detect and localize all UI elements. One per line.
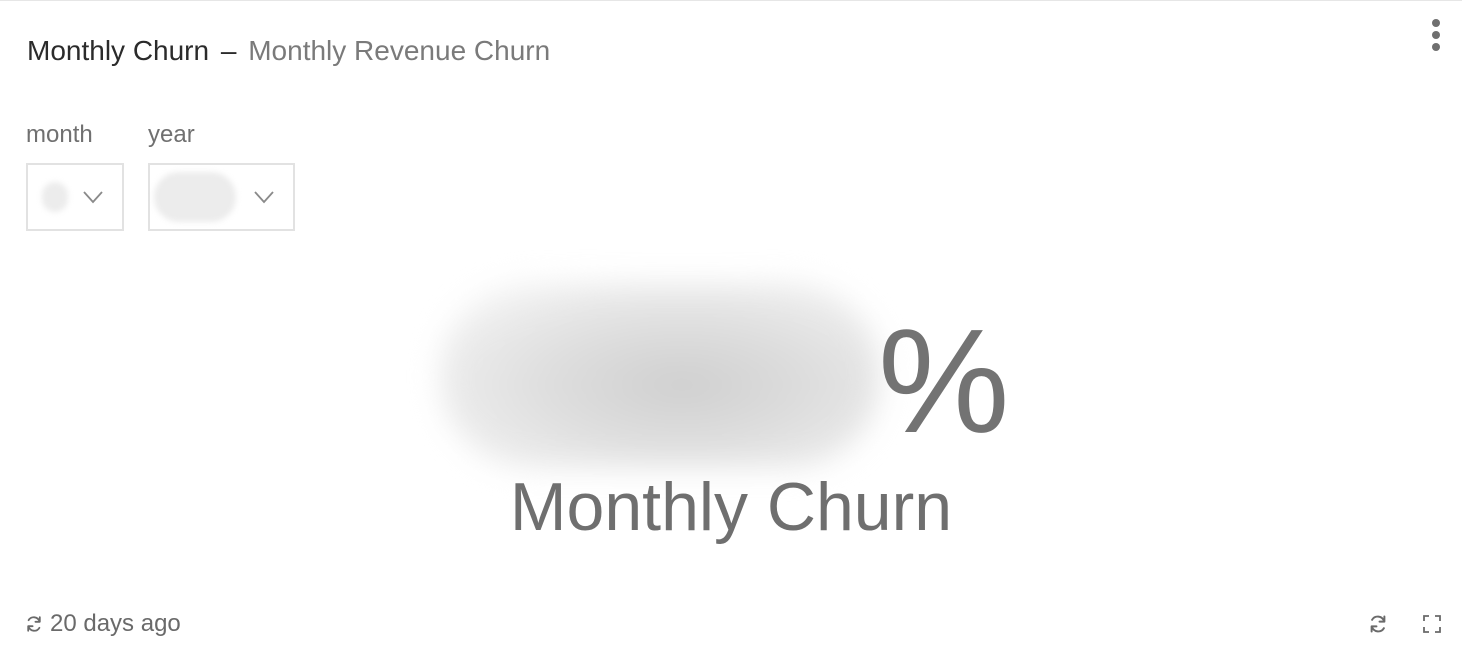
kebab-menu-icon-dot xyxy=(1432,31,1440,39)
last-updated: 20 days ago xyxy=(24,609,181,639)
expand-button[interactable] xyxy=(1420,612,1444,636)
chevron-down-icon xyxy=(254,191,274,204)
metric-unit: % xyxy=(878,299,1010,464)
refresh-icon xyxy=(1370,615,1386,633)
card-subtitle: Monthly Revenue Churn xyxy=(248,35,551,66)
month-select-value xyxy=(42,182,68,212)
refresh-icon xyxy=(27,616,41,632)
chevron-down-icon xyxy=(83,191,103,204)
year-select-value xyxy=(154,172,236,222)
month-filter-label: month xyxy=(26,121,93,148)
expand-icon xyxy=(1423,615,1441,633)
title-separator: – xyxy=(220,35,237,66)
last-updated-text: 20 days ago xyxy=(50,610,181,637)
filters-bar: month year xyxy=(26,117,295,231)
year-select[interactable] xyxy=(148,163,295,231)
metric-label: Monthly Churn xyxy=(509,469,953,545)
month-filter: month xyxy=(26,117,124,231)
card-title: Monthly Churn xyxy=(27,35,210,66)
kebab-menu-icon-dot xyxy=(1432,43,1440,51)
month-select[interactable] xyxy=(26,163,124,231)
refresh-button[interactable] xyxy=(1366,612,1390,636)
metric-display: % Monthly Churn xyxy=(0,271,1462,561)
year-filter-label: year xyxy=(148,121,195,148)
kebab-menu-icon xyxy=(1432,19,1440,27)
year-filter: year xyxy=(148,117,295,231)
metric-value-redacted xyxy=(440,283,880,468)
churn-card: Monthly Churn – Monthly Revenue Churn mo… xyxy=(0,0,1462,670)
more-options-button[interactable] xyxy=(1426,15,1446,55)
card-header: Monthly Churn – Monthly Revenue Churn xyxy=(27,31,550,71)
